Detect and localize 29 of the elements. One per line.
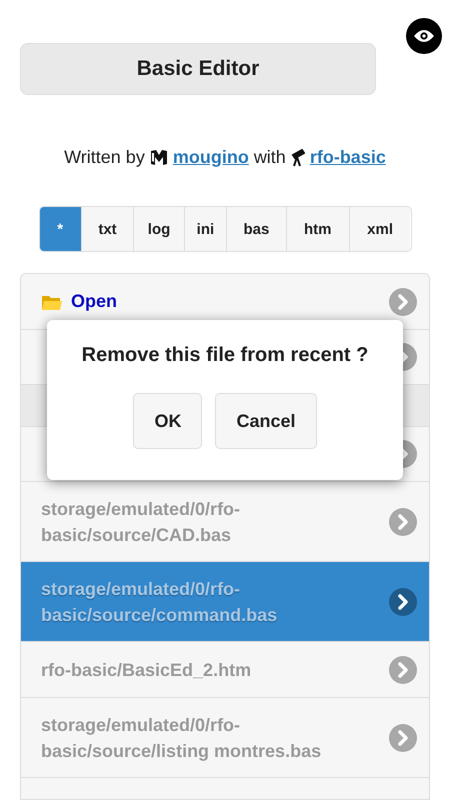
- file-path: storage/emulated/0/rfo-basic/source/command.bas: [41, 578, 278, 626]
- file-path: rfo-basic/BasicEd_2.htm: [41, 658, 252, 682]
- author-link[interactable]: mougino: [172, 147, 249, 168]
- open-label: Open: [71, 291, 118, 312]
- filter-tab[interactable]: *: [40, 207, 81, 251]
- telescope-icon: [290, 148, 305, 166]
- eye-button[interactable]: [406, 18, 442, 54]
- chevron-icon: [389, 588, 417, 616]
- dialog-button[interactable]: Cancel: [215, 393, 317, 449]
- chevron-icon: [389, 724, 417, 752]
- chevron-icon: [389, 508, 417, 536]
- filter-tab[interactable]: htm: [286, 207, 349, 251]
- dialog-message: Remove this file from recent ?: [82, 344, 368, 367]
- filter-tab[interactable]: log: [133, 207, 184, 251]
- dialog-button[interactable]: OK: [133, 393, 202, 449]
- filter-tab[interactable]: txt: [80, 207, 134, 251]
- logo-icon: [150, 148, 168, 166]
- chevron-icon: [389, 656, 417, 684]
- tool-link[interactable]: rfo-basic: [310, 147, 386, 168]
- file-path: storage/emulated/0/rfo-basic/source/CAD.bas: [41, 498, 242, 546]
- credits-text: Written by: [64, 147, 145, 168]
- filter-tab[interactable]: ini: [184, 207, 226, 251]
- app-title: Basic Editor: [20, 43, 376, 95]
- filter-tab[interactable]: bas: [226, 207, 286, 251]
- eye-icon: [414, 29, 434, 43]
- filter-tab[interactable]: xml: [348, 207, 410, 251]
- chevron-icon: [389, 288, 417, 316]
- credits-text: with: [254, 147, 286, 168]
- file-path: storage/emulated/0/rfo-basic/source/listing montres.bas: [41, 714, 322, 763]
